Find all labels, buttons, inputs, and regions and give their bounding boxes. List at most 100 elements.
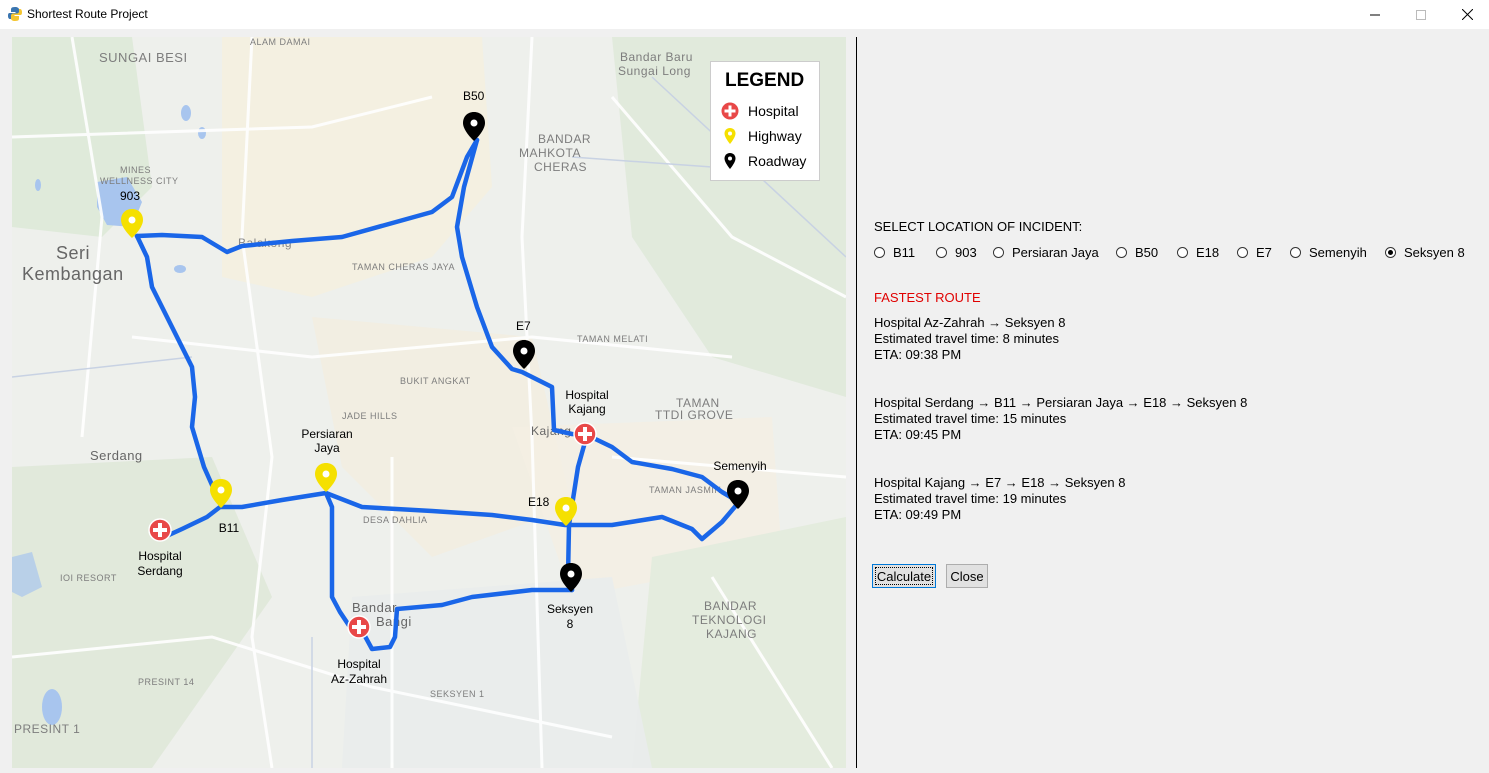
- radio-persiaran-jaya[interactable]: Persiaran Jaya: [993, 245, 1099, 260]
- close-window-button[interactable]: [1444, 0, 1489, 29]
- radio-e18[interactable]: E18: [1177, 245, 1219, 260]
- bg-label-taman-melati: TAMAN MELATI: [577, 334, 648, 344]
- marker-hospital-kajang[interactable]: [573, 422, 597, 446]
- bg-label-bukit-angkat: BUKIT ANGKAT: [400, 376, 471, 386]
- calculate-button[interactable]: Calculate: [872, 564, 936, 588]
- label-semenyih: Semenyih: [713, 459, 766, 473]
- marker-hospital-serdang[interactable]: [148, 518, 172, 542]
- legend-label-roadway: Roadway: [748, 153, 807, 169]
- label-b50: B50: [463, 89, 485, 103]
- python-app-icon: [8, 7, 22, 21]
- select-location-label: SELECT LOCATION OF INCIDENT:: [874, 219, 1083, 234]
- radio-label: E7: [1256, 245, 1272, 260]
- label-e7: E7: [516, 319, 531, 333]
- radio-903[interactable]: 903: [936, 245, 977, 260]
- panel-divider: [856, 37, 857, 768]
- legend-label-highway: Highway: [748, 128, 802, 144]
- hospital-icon: [721, 102, 739, 120]
- radio-label: B11: [893, 245, 916, 260]
- window-title: Shortest Route Project: [27, 7, 148, 21]
- radio-label: 903: [955, 245, 977, 260]
- window-titlebar: Shortest Route Project: [0, 0, 1489, 29]
- route-path: Hospital Serdang → B11 → Persiaran Jaya …: [874, 395, 1248, 410]
- label-hospital-kajang-2: Kajang: [568, 402, 605, 416]
- radio-circle-icon: [993, 247, 1004, 258]
- legend-item-hospital: Hospital: [721, 102, 799, 120]
- route-eta: ETA: 09:49 PM: [874, 507, 962, 522]
- bg-label-desa-dahlia: DESA DAHLIA: [363, 515, 428, 525]
- bg-label-teknologi: TEKNOLOGI: [692, 613, 767, 627]
- label-seksyen-8-1: Seksyen: [547, 602, 593, 616]
- bg-label-sungai-besi: SUNGAI BESI: [99, 50, 188, 65]
- label-hospital-az-zahrah-1: Hospital: [337, 657, 380, 671]
- bg-label-bandar-baru: Bandar Baru: [620, 50, 693, 64]
- legend-title: LEGEND: [725, 70, 805, 91]
- radio-e7[interactable]: E7: [1237, 245, 1272, 260]
- radio-circle-icon: [1237, 247, 1248, 258]
- route-result-1: Hospital Az-Zahrah → Seksyen 8 Estimated…: [874, 315, 1065, 363]
- bg-label-kembangan: Kembangan: [22, 264, 124, 284]
- bg-label-mahkota: MAHKOTA: [519, 146, 581, 160]
- close-button[interactable]: Close: [946, 564, 988, 588]
- maximize-icon: [1416, 9, 1426, 20]
- label-seksyen-8-2: 8: [567, 617, 574, 631]
- bg-label-bandar-bangi-1: Bandar: [352, 600, 397, 615]
- bg-label-presint-14: PRESINT 14: [138, 677, 194, 687]
- radio-label: Semenyih: [1309, 245, 1367, 260]
- close-icon: [1461, 9, 1473, 20]
- minimize-icon: [1370, 14, 1380, 15]
- label-b11: B11: [219, 521, 240, 535]
- maximize-button[interactable]: [1398, 0, 1444, 29]
- bg-label-cheras: CHERAS: [534, 160, 587, 174]
- marker-hospital-az-zahrah[interactable]: [347, 615, 371, 639]
- fastest-route-title: FASTEST ROUTE: [874, 290, 981, 305]
- radio-circle-icon: [1116, 247, 1127, 258]
- route-time: Estimated travel time: 15 minutes: [874, 411, 1067, 426]
- radio-label: B50: [1135, 245, 1159, 260]
- radio-b11[interactable]: B11: [874, 245, 915, 260]
- radio-circle-icon: [874, 247, 885, 258]
- map-legend: LEGEND Hospital Highway Roadway: [710, 61, 820, 181]
- legend-item-highway: Highway: [721, 127, 802, 145]
- bg-label-mines: MINES: [120, 165, 151, 175]
- route-result-2: Hospital Serdang → B11 → Persiaran Jaya …: [874, 395, 1247, 443]
- legend-item-roadway: Roadway: [721, 152, 806, 170]
- label-hospital-serdang-2: Serdang: [137, 564, 182, 578]
- radio-label: E18: [1196, 245, 1220, 260]
- bg-label-ioi-resort: IOI RESORT: [60, 573, 117, 583]
- route-result-3: Hospital Kajang → E7 → E18 → Seksyen 8 E…: [874, 475, 1125, 523]
- route-eta: ETA: 09:45 PM: [874, 427, 962, 442]
- bg-label-bandar-tek: BANDAR: [704, 599, 757, 613]
- bg-label-cheras-jaya: TAMAN CHERAS JAYA: [352, 262, 455, 272]
- radio-label: Persiaran Jaya: [1012, 245, 1099, 260]
- legend-label-hospital: Hospital: [748, 103, 799, 119]
- bg-label-serdang: Serdang: [90, 448, 143, 463]
- bg-label-seksyen-1: SEKSYEN 1: [430, 689, 485, 699]
- label-hospital-az-zahrah-2: Az-Zahrah: [331, 672, 387, 686]
- bg-label-ttdi-grove: TTDI GROVE: [655, 408, 733, 422]
- radio-b50[interactable]: B50: [1116, 245, 1158, 260]
- minimize-button[interactable]: [1352, 0, 1398, 29]
- route-time: Estimated travel time: 19 minutes: [874, 491, 1067, 506]
- route-time: Estimated travel time: 8 minutes: [874, 331, 1059, 346]
- label-e18: E18: [528, 495, 550, 509]
- route-path: Hospital Kajang → E7 → E18 → Seksyen 8: [874, 475, 1126, 490]
- bg-label-bandar: BANDAR: [538, 132, 591, 146]
- radio-circle-icon: [1290, 247, 1301, 258]
- route-map: SUNGAI BESI ALAM DAMAI Bandar Baru Sunga…: [12, 37, 846, 768]
- radio-circle-icon: [1177, 247, 1188, 258]
- bg-label-sungai-long: Sungai Long: [618, 64, 691, 78]
- radio-label: Seksyen 8: [1404, 245, 1465, 260]
- route-eta: ETA: 09:38 PM: [874, 347, 962, 362]
- bg-label-presint-1: PRESINT 1: [14, 722, 80, 736]
- bg-label-kajang-2: KAJANG: [706, 627, 757, 641]
- label-persiaran-jaya-1: Persiaran: [301, 427, 352, 441]
- radio-seksyen-8[interactable]: Seksyen 8: [1385, 245, 1465, 260]
- radio-semenyih[interactable]: Semenyih: [1290, 245, 1367, 260]
- bg-label-wellness-city: WELLNESS CITY: [100, 176, 179, 186]
- bg-label-taman-jasmin: TAMAN JASMIN: [649, 485, 721, 495]
- radio-circle-icon: [936, 247, 947, 258]
- label-hospital-serdang-1: Hospital: [138, 549, 181, 563]
- roadway-pin-icon: [724, 153, 736, 169]
- bg-label-seri: Seri: [56, 243, 90, 263]
